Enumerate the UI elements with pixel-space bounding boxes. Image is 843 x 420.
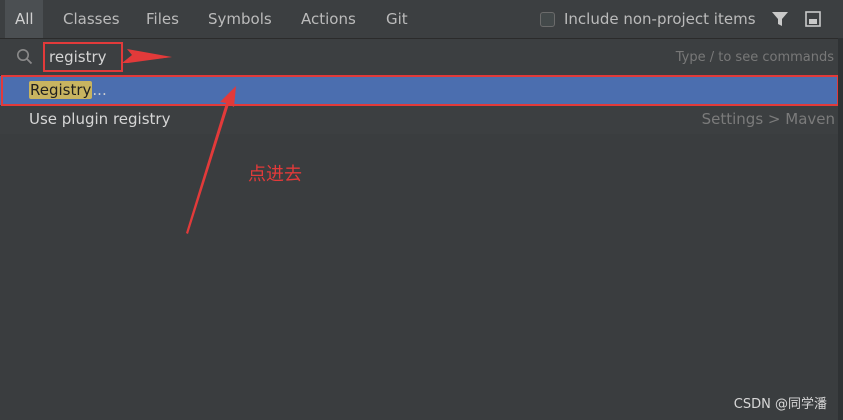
include-non-project-option[interactable]: Include non-project items [540,0,756,38]
result-item-use-plugin-registry[interactable]: Use plugin registry Settings > Maven [0,105,843,134]
match-highlight: Registry [29,81,93,99]
tab-actions[interactable]: Actions [291,0,366,38]
watermark: CSDN @同学潘 [733,397,827,412]
tab-git[interactable]: Git [376,0,418,38]
result-label: Registry... [29,76,107,105]
search-icon [17,49,33,65]
include-non-project-checkbox[interactable] [540,11,555,27]
tab-all[interactable]: All [5,0,43,38]
search-input[interactable]: registry [43,42,123,72]
empty-results-area [0,134,838,420]
preview-icon[interactable] [805,11,821,27]
result-suffix: ... [92,81,107,99]
search-hint: Type / to see commands [675,50,834,65]
result-context: Settings > Maven [701,110,835,128]
filter-icon[interactable] [771,11,789,27]
include-non-project-label: Include non-project items [564,10,756,28]
result-item-registry[interactable]: Registry... [0,76,843,105]
tab-symbols[interactable]: Symbols [198,0,282,38]
tab-files[interactable]: Files [136,0,189,38]
result-label: Use plugin registry [29,110,171,128]
tab-classes[interactable]: Classes [53,0,130,38]
window-edge [838,38,843,420]
tab-bar: All Classes Files Symbols Actions Git In… [0,0,843,39]
annotation-text: 点进去 [248,164,302,185]
